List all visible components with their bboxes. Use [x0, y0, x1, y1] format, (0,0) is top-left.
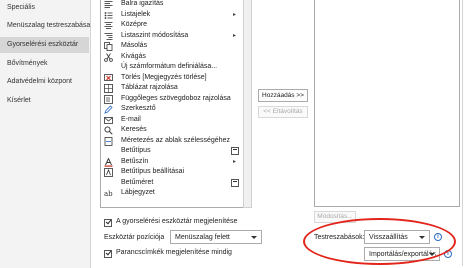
remove-button[interactable]: << Eltávolítás — [258, 106, 308, 118]
list-item[interactable]: Függőleges szövegdoboz rajzolása — [101, 94, 241, 105]
list-item-label: E-mail — [121, 115, 141, 123]
nav-item-addins[interactable]: Bővítmények — [0, 56, 89, 72]
commands-list[interactable]: Balra igazítás Listajelek ▸ Középre List… — [100, 0, 245, 208]
nav-item-specialis[interactable]: Speciális — [0, 0, 89, 16]
list-item[interactable]: Táblázat rajzolása — [101, 83, 241, 94]
list-item[interactable]: Méretezés az ablak szélességéhez — [101, 136, 241, 147]
show-labels-label: Parancscímkék megjelenítése mindig — [116, 249, 232, 256]
show-qat-checkbox[interactable] — [104, 219, 112, 227]
list-item-label: Szerkesztő — [121, 105, 156, 112]
list-item[interactable]: Keresés — [101, 125, 241, 136]
commands-scrollbar[interactable] — [243, 0, 252, 208]
align-left-icon — [104, 1, 113, 8]
position-value: Menüszalag felett — [175, 234, 230, 241]
nav-item-experiment[interactable]: Kísérlet — [0, 93, 89, 109]
footnote-icon: ab — [104, 190, 113, 198]
list-item-label: Balra igazítás — [121, 0, 164, 7]
divider — [462, 0, 463, 266]
editor-icon — [104, 105, 113, 114]
selector-icon — [231, 178, 239, 187]
svg-text:ab: ab — [104, 190, 113, 198]
list-item-label: Táblázat rajzolása — [121, 84, 178, 91]
list-item-label: Betűszín — [121, 157, 149, 165]
list-item[interactable]: Betűméret — [101, 178, 241, 189]
add-button[interactable]: Hozzáadás >> — [258, 89, 308, 102]
list-item-label: Kivágás — [121, 52, 146, 60]
search-icon — [104, 126, 113, 135]
cut-icon — [104, 52, 113, 62]
nav-item-trust-center[interactable]: Adatvédelmi központ — [0, 74, 89, 90]
list-level-icon — [104, 32, 113, 40]
position-label: Eszköztár pozíciója — [104, 234, 165, 241]
list-item[interactable]: Új számformátum definiálása... — [101, 62, 241, 73]
list-item[interactable]: Balra igazítás — [101, 0, 241, 10]
list-item-label: Középre — [121, 21, 148, 28]
font-settings-icon — [104, 168, 113, 177]
list-item-label: Másolás — [121, 42, 148, 49]
list-item[interactable]: ab Lábjegyzet — [101, 188, 241, 199]
list-item-label: Új számformátum definiálása... — [121, 63, 218, 70]
list-item[interactable]: Betűtípus — [101, 146, 241, 157]
list-item-label: Lábjegyzet — [121, 189, 155, 196]
list-item[interactable]: Listaszint módosítása ▸ — [101, 31, 241, 42]
list-item-label: Betűméret — [121, 178, 154, 186]
list-item[interactable]: Középre — [101, 20, 241, 31]
submenu-arrow-icon: ▸ — [232, 11, 236, 18]
qat-commands-list[interactable] — [314, 0, 460, 207]
submenu-arrow-icon: ▸ — [232, 32, 236, 39]
list-item-label: Betűtípus — [121, 147, 151, 154]
vertical-textbox-icon — [104, 94, 113, 104]
draw-table-icon — [104, 84, 113, 93]
options-nav: Speciális Menüszalag testreszabása Gyors… — [0, 0, 91, 268]
list-item[interactable]: E-mail — [101, 115, 241, 126]
align-center-icon — [104, 22, 113, 29]
list-item-label: Betűtípus beállításai — [121, 168, 185, 175]
list-item[interactable]: Szerkesztő — [101, 104, 241, 115]
list-item-label: Listajelek — [121, 10, 151, 18]
list-item[interactable]: Betűszín ▸ — [101, 157, 241, 168]
position-dropdown[interactable]: Menüszalag felett — [170, 230, 262, 244]
copy-icon — [104, 42, 113, 51]
list-item-label: Méretezés az ablak szélességéhez — [121, 136, 230, 144]
list-item-label: Törlés [Megjegyzés törlése] — [121, 73, 207, 81]
nav-item-ribbon[interactable]: Menüszalag testreszabása — [0, 18, 90, 34]
list-item[interactable]: Listajelek ▸ — [101, 10, 241, 21]
list-item[interactable]: Betűtípus beállításai — [101, 167, 241, 178]
list-item-label: Függőleges szövegdoboz rajzolása — [121, 94, 231, 102]
list-item[interactable]: Kivágás — [101, 52, 241, 63]
fit-width-icon — [104, 136, 113, 146]
email-icon — [104, 116, 113, 124]
list-item-label: Listaszint módosítása — [121, 31, 189, 39]
list-item[interactable]: Másolás — [101, 41, 241, 52]
nav-item-qat[interactable]: Gyorselérési eszköztár — [0, 37, 89, 53]
selector-icon — [231, 147, 239, 155]
delete-comment-icon — [104, 73, 113, 81]
font-color-icon — [104, 157, 113, 167]
bullets-icon — [104, 11, 113, 19]
list-item[interactable]: Törlés [Megjegyzés törlése] — [101, 73, 241, 84]
submenu-arrow-icon: ▸ — [232, 158, 236, 165]
list-item-label: Keresés — [121, 126, 147, 133]
show-qat-label: A gyorselérési eszköztár megjelenítése — [116, 218, 238, 225]
chevron-down-icon — [251, 236, 257, 239]
highlight-ellipse — [303, 218, 456, 265]
show-labels-checkbox[interactable] — [104, 250, 112, 258]
